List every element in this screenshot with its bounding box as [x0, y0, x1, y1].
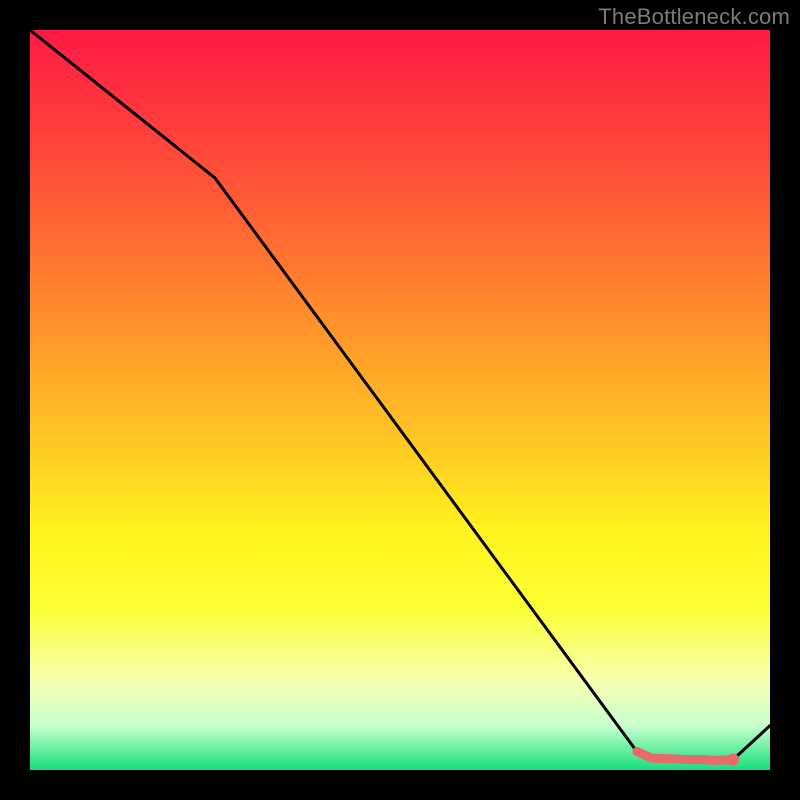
bottleneck-line — [30, 30, 770, 760]
accent-segment — [637, 752, 739, 766]
main-line — [30, 30, 770, 760]
chart-container: TheBottleneck.com — [0, 0, 800, 800]
plot-area — [30, 30, 770, 770]
watermark-text: TheBottleneck.com — [598, 4, 790, 30]
accent-line — [637, 752, 733, 761]
accent-dot — [727, 754, 739, 766]
chart-overlay — [30, 30, 770, 770]
